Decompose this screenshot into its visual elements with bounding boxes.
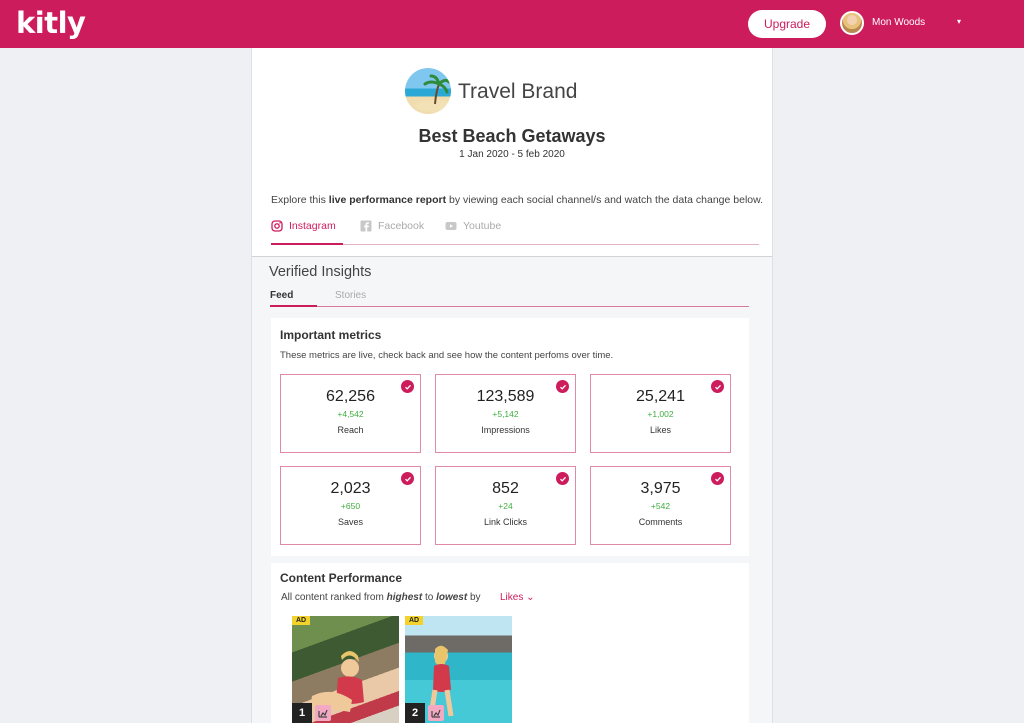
metric-card-likes[interactable]: 25,241 +1,002 Likes	[590, 374, 731, 453]
metric-card-link-clicks[interactable]: 852 +24 Link Clicks	[435, 466, 576, 545]
channel-tabs: Instagram Facebook Youtube	[271, 218, 759, 245]
user-avatar[interactable]	[840, 11, 864, 35]
instagram-icon	[271, 220, 283, 232]
metric-delta: +650	[340, 501, 361, 511]
verified-check-icon	[401, 472, 414, 485]
ranking-description: All content ranked from highest to lowes…	[281, 592, 481, 603]
metric-value: 62,256	[326, 388, 375, 405]
metric-delta: +24	[498, 501, 513, 511]
brand-name: Travel Brand	[458, 80, 578, 103]
metric-card-comments[interactable]: 3,975 +542 Comments	[590, 466, 731, 545]
user-name[interactable]: Mon Woods	[872, 17, 925, 28]
metric-label: Likes	[649, 425, 671, 435]
top-bar: kitly Upgrade Mon Woods ▾	[0, 0, 1024, 48]
metric-value: 25,241	[636, 388, 685, 405]
metric-label: Impressions	[481, 425, 530, 435]
kitly-logo[interactable]: kitly	[16, 6, 86, 40]
metric-delta: +4,542	[337, 409, 364, 419]
metric-label: Link Clicks	[483, 517, 527, 527]
tab-facebook[interactable]: Facebook	[360, 218, 424, 245]
tab-stories[interactable]: Stories	[335, 290, 366, 307]
chart-icon[interactable]	[315, 705, 331, 721]
metric-delta: +5,142	[492, 409, 519, 419]
youtube-icon	[445, 222, 457, 230]
brand-logo	[405, 68, 451, 114]
sort-by-select[interactable]: Likes ⌄	[500, 592, 535, 603]
tab-feed[interactable]: Feed	[270, 290, 317, 307]
content-performance-panel: Content Performance All content ranked f…	[271, 563, 749, 723]
metric-label: Comments	[638, 517, 683, 527]
ad-badge: AD	[405, 616, 424, 625]
tab-instagram[interactable]: Instagram	[271, 218, 343, 245]
report-card: Travel Brand Best Beach Getaways 1 Jan 2…	[251, 48, 773, 723]
metric-label: Reach	[337, 425, 364, 435]
important-metrics-panel: Important metrics These metrics are live…	[271, 318, 749, 556]
insights-tabs: Feed Stories	[270, 288, 749, 307]
verified-check-icon	[556, 472, 569, 485]
metric-delta: +542	[650, 501, 671, 511]
verified-check-icon	[556, 380, 569, 393]
upgrade-button[interactable]: Upgrade	[748, 10, 826, 38]
rank-number: 2	[405, 703, 425, 723]
important-metrics-description: These metrics are live, check back and s…	[280, 350, 614, 361]
tab-youtube-label: Youtube	[463, 220, 502, 232]
content-performance-title: Content Performance	[280, 571, 403, 585]
metric-value: 3,975	[640, 480, 681, 497]
verified-check-icon	[401, 380, 414, 393]
metric-card-saves[interactable]: 2,023 +650 Saves	[280, 466, 421, 545]
verified-insights-title: Verified Insights	[269, 264, 372, 280]
ad-badge: AD	[292, 616, 311, 625]
chevron-down-icon: ⌄	[526, 592, 535, 603]
explore-text: Explore this live performance report by …	[271, 194, 764, 206]
verified-check-icon	[711, 380, 724, 393]
campaign-title: Best Beach Getaways	[418, 126, 606, 146]
important-metrics-title: Important metrics	[280, 328, 382, 342]
content-post[interactable]: AD 1	[292, 616, 399, 723]
campaign-date-range: 1 Jan 2020 - 5 feb 2020	[459, 149, 565, 160]
metric-label: Saves	[337, 517, 363, 527]
metric-delta: +1,002	[647, 409, 674, 419]
user-menu-caret-icon[interactable]: ▾	[957, 17, 961, 26]
metric-value: 852	[492, 480, 519, 497]
metric-value: 2,023	[330, 480, 371, 497]
metric-value: 123,589	[476, 388, 535, 405]
metric-card-reach[interactable]: 62,256 +4,542 Reach	[280, 374, 421, 453]
tab-youtube[interactable]: Youtube	[445, 218, 501, 245]
rank-number: 1	[292, 703, 312, 723]
tab-instagram-label: Instagram	[289, 220, 336, 232]
facebook-icon	[360, 220, 372, 232]
verified-check-icon	[711, 472, 724, 485]
chart-icon[interactable]	[428, 705, 444, 721]
metric-card-impressions[interactable]: 123,589 +5,142 Impressions	[435, 374, 576, 453]
content-post[interactable]: AD 2	[405, 616, 512, 723]
tab-facebook-label: Facebook	[378, 220, 425, 232]
